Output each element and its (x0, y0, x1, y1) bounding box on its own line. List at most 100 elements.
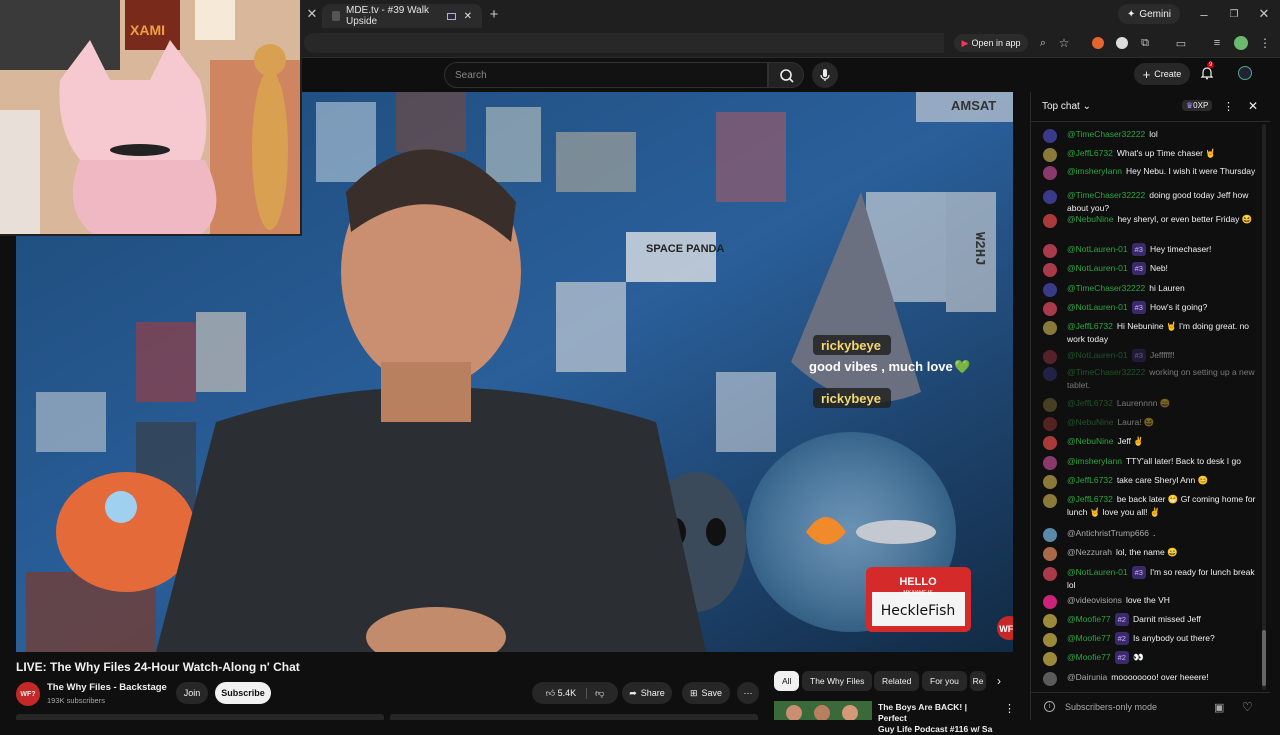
chat-message[interactable]: @JeffL6732 Laurennnn 😄 (1043, 397, 1263, 412)
chat-avatar[interactable] (1043, 417, 1057, 431)
chat-avatar[interactable] (1043, 475, 1057, 489)
search-button[interactable] (768, 62, 804, 88)
chat-author-name[interactable]: @NotLauren-01 (1067, 263, 1128, 273)
share-button[interactable]: ➦ Share (622, 682, 672, 704)
chat-avatar[interactable] (1043, 494, 1057, 508)
close-tab-icon[interactable]: ✕ (304, 6, 320, 22)
chat-message[interactable]: @imsheryIann Hey Nebu. I wish it were Thu… (1043, 165, 1263, 180)
extension-icon[interactable] (1116, 37, 1128, 49)
chip-for-you[interactable]: For you (922, 671, 967, 691)
address-bar[interactable] (304, 33, 944, 53)
chat-message[interactable]: @NebuNine hey sheryl, or even better Frid… (1043, 213, 1263, 228)
info-icon[interactable]: i (1044, 701, 1055, 712)
chevron-right-icon[interactable]: › (990, 672, 1008, 690)
chat-author-name[interactable]: @videovisions (1067, 595, 1122, 605)
chat-author-name[interactable]: @NotLauren-01 (1067, 567, 1128, 577)
browser-tab[interactable]: MDE.tv - #39 Walk Upside ✕ (322, 4, 482, 28)
chat-message[interactable]: @JeffL6732 be back later 😁 Gf coming home… (1043, 493, 1263, 519)
chat-avatar[interactable] (1043, 614, 1057, 628)
close-window-icon[interactable]: ✕ (1256, 6, 1272, 22)
chat-author-name[interactable]: @TimeChaser32222 (1067, 283, 1145, 293)
chat-author-name[interactable]: @JeffL6732 (1067, 321, 1113, 331)
channel-avatar[interactable]: WF? (16, 682, 40, 706)
chat-message[interactable]: @NebuNine Jeff ✌ (1043, 435, 1263, 450)
save-button[interactable]: ⊞ Save (682, 682, 730, 704)
cast-icon[interactable]: ▭ (1174, 36, 1188, 50)
chat-author-name[interactable]: @NotLauren-01 (1067, 350, 1128, 360)
chat-message[interactable]: @NotLauren-01 #3 How's it going? (1043, 301, 1263, 316)
chat-author-name[interactable]: @Moofie77 (1067, 652, 1111, 662)
chat-message[interactable]: @NebuNine Laura! 😆 (1043, 416, 1263, 431)
chat-message[interactable]: @JeffL6732 Hi Nebunine 🤘 I'm doing great.… (1043, 320, 1263, 346)
chat-author-name[interactable]: @TimeChaser32222 (1067, 367, 1145, 377)
chat-scrollbar[interactable] (1262, 124, 1266, 690)
channel-name[interactable]: The Why Files - Backstage (47, 682, 167, 693)
chat-avatar[interactable] (1043, 652, 1057, 666)
chat-avatar[interactable] (1043, 321, 1057, 335)
recommendation-menu-icon[interactable]: ⋮ (1004, 702, 1015, 715)
chat-author-name[interactable]: @JeffL6732 (1067, 475, 1113, 485)
dislike-button[interactable]: 👎︎ (586, 687, 604, 699)
chip-all[interactable]: All (774, 671, 800, 691)
chat-avatar[interactable] (1043, 302, 1057, 316)
chat-scrollbar-thumb[interactable] (1262, 630, 1266, 686)
chat-message[interactable]: @imsheryIann TTY'all later! Back to desk … (1043, 455, 1263, 470)
chat-author-name[interactable]: @Moofie77 (1067, 614, 1111, 624)
send-money-icon[interactable]: ▣ (1214, 701, 1224, 714)
chat-message[interactable]: @JeffL6732 take care Sheryl Ann 😊 (1043, 474, 1263, 489)
chat-author-name[interactable]: @JeffL6732 (1067, 398, 1113, 408)
like-button[interactable]: 👍︎ 5.4K (546, 688, 576, 699)
chat-avatar[interactable] (1043, 129, 1057, 143)
search-input[interactable]: Search (444, 62, 768, 88)
chat-author-name[interactable]: @TimeChaser32222 (1067, 190, 1145, 200)
chat-avatar[interactable] (1043, 633, 1057, 647)
chat-author-name[interactable]: @NebuNine (1067, 436, 1113, 446)
chat-message[interactable]: @NotLauren-01 #3 Jeffffff! (1043, 349, 1263, 364)
chat-message[interactable]: @Moofie77 #2 👀 (1043, 651, 1263, 666)
chat-author-name[interactable]: @JeffL6732 (1067, 148, 1113, 158)
chat-author-name[interactable]: @imsheryIann (1067, 166, 1122, 176)
chat-message[interactable]: @Nezzurah lol, the name 😄 (1043, 546, 1263, 561)
chat-mode-dropdown[interactable]: Top chat ⌄ (1042, 101, 1091, 112)
chat-avatar[interactable] (1043, 436, 1057, 450)
recommendation-thumbnail[interactable] (774, 701, 872, 720)
chat-message[interactable]: @Dairunia moooooooo! over heeere! (1043, 671, 1263, 686)
close-tab-icon[interactable]: ✕ (464, 11, 472, 22)
chat-message[interactable]: @TimeChaser32222 lol (1043, 128, 1263, 143)
chat-avatar[interactable] (1043, 528, 1057, 542)
chip-partial[interactable]: Re (970, 671, 986, 691)
open-in-app-button[interactable]: ▶ Open in app (954, 34, 1028, 52)
chat-author-name[interactable]: @Dairunia (1067, 672, 1107, 682)
zoom-icon[interactable]: ⌕ (1036, 36, 1050, 50)
chat-message[interactable]: @Moofie77 #2 Is anybody out there? (1043, 632, 1263, 647)
bookmark-star-icon[interactable]: ☆ (1057, 36, 1071, 50)
xp-badge[interactable]: ♛0XP (1182, 100, 1213, 111)
chat-author-name[interactable]: @AntichristTrump666 (1067, 528, 1149, 538)
chat-avatar[interactable] (1043, 398, 1057, 412)
chat-author-name[interactable]: @Moofie77 (1067, 633, 1111, 643)
chat-avatar[interactable] (1043, 166, 1057, 180)
chat-avatar[interactable] (1043, 190, 1057, 204)
recommendation-title[interactable]: The Boys Are BACK! | Perfect Guy Life Po… (878, 702, 996, 735)
chat-author-name[interactable]: @Nezzurah (1067, 547, 1112, 557)
chip-related[interactable]: Related (874, 671, 920, 691)
account-avatar[interactable] (1238, 66, 1252, 80)
chat-author-name[interactable]: @NotLauren-01 (1067, 244, 1128, 254)
chat-author-name[interactable]: @NotLauren-01 (1067, 302, 1128, 312)
gemini-button[interactable]: ✦ Gemini (1118, 4, 1180, 24)
profile-avatar[interactable] (1234, 36, 1248, 50)
chat-avatar[interactable] (1043, 283, 1057, 297)
chat-message[interactable]: @NotLauren-01 #3 I'm so ready for lunch br… (1043, 566, 1263, 592)
description-box[interactable] (16, 714, 384, 720)
chat-message[interactable]: @TimeChaser32222 working on setting up a … (1043, 366, 1263, 392)
chat-avatar[interactable] (1043, 595, 1057, 609)
join-button[interactable]: Join (176, 682, 208, 704)
chat-message[interactable]: @Moofie77 #2 Darnit missed Jeff (1043, 613, 1263, 628)
menu-kebab-icon[interactable]: ⋮ (1258, 36, 1272, 50)
chat-menu-kebab-icon[interactable]: ⋮ (1223, 100, 1234, 113)
chat-message[interactable]: @AntichristTrump666. (1043, 527, 1263, 542)
more-actions-button[interactable]: ⋯ (737, 682, 759, 704)
chat-author-name[interactable]: @TimeChaser32222 (1067, 129, 1145, 139)
close-chat-icon[interactable]: ✕ (1248, 99, 1258, 113)
chat-author-name[interactable]: @NebuNine (1067, 214, 1113, 224)
